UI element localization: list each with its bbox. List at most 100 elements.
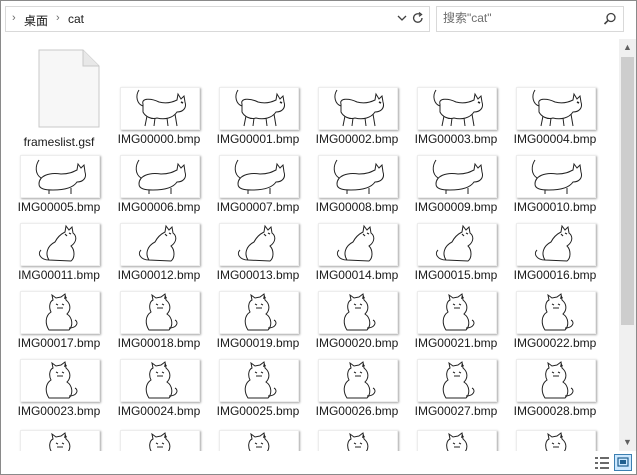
file-name-label: IMG00021.bmp bbox=[414, 336, 498, 350]
image-thumbnail bbox=[219, 430, 299, 451]
image-thumbnail bbox=[516, 155, 596, 198]
image-thumbnail bbox=[20, 430, 100, 451]
search-box[interactable] bbox=[436, 6, 624, 32]
cat-drawing-icon bbox=[336, 224, 375, 262]
file-item-image[interactable]: IMG00016.bmp bbox=[509, 223, 601, 287]
file-item-document[interactable]: frameslist.gsf bbox=[13, 41, 105, 151]
file-item-image[interactable] bbox=[311, 430, 403, 451]
cat-drawing-icon bbox=[234, 159, 285, 194]
cat-drawing-icon bbox=[541, 293, 574, 331]
file-item-image[interactable]: IMG00011.bmp bbox=[13, 223, 105, 287]
file-item-image[interactable]: IMG00024.bmp bbox=[113, 359, 205, 423]
chevron-right-icon[interactable]: › bbox=[12, 12, 16, 24]
image-thumbnail bbox=[417, 430, 497, 451]
file-item-image[interactable]: IMG00017.bmp bbox=[13, 291, 105, 355]
image-thumbnail bbox=[219, 359, 299, 402]
file-item-image[interactable]: IMG00025.bmp bbox=[212, 359, 304, 423]
cat-drawing-icon bbox=[334, 89, 384, 127]
file-item-image[interactable]: IMG00000.bmp bbox=[113, 87, 205, 151]
chevron-down-icon[interactable] bbox=[395, 11, 409, 25]
file-name-label: IMG00027.bmp bbox=[414, 404, 498, 418]
file-name-label: IMG00015.bmp bbox=[414, 268, 498, 282]
file-item-image[interactable]: IMG00020.bmp bbox=[311, 291, 403, 355]
file-name-label: IMG00013.bmp bbox=[216, 268, 300, 282]
cat-drawing-icon bbox=[35, 159, 86, 194]
file-name-label: IMG00002.bmp bbox=[315, 132, 399, 146]
file-name-label: IMG00011.bmp bbox=[18, 268, 100, 282]
file-item-image[interactable]: IMG00002.bmp bbox=[311, 87, 403, 151]
file-item-image[interactable]: IMG00008.bmp bbox=[311, 155, 403, 219]
image-thumbnail bbox=[219, 291, 299, 334]
large-icons-view-icon[interactable] bbox=[614, 454, 632, 471]
file-item-image[interactable]: IMG00001.bmp bbox=[212, 87, 304, 151]
file-item-image[interactable] bbox=[509, 430, 601, 451]
refresh-icon[interactable] bbox=[410, 10, 426, 26]
file-item-image[interactable]: IMG00022.bmp bbox=[509, 291, 601, 355]
image-thumbnail bbox=[20, 223, 100, 266]
image-thumbnail bbox=[219, 155, 299, 198]
scroll-down-icon[interactable]: ▼ bbox=[619, 434, 636, 451]
file-item-image[interactable]: IMG00021.bmp bbox=[410, 291, 502, 355]
cat-drawing-icon bbox=[244, 293, 277, 331]
file-item-image[interactable]: IMG00006.bmp bbox=[113, 155, 205, 219]
cat-drawing-icon bbox=[38, 224, 77, 262]
file-item-image[interactable]: IMG00018.bmp bbox=[113, 291, 205, 355]
cat-drawing-icon bbox=[49, 432, 71, 451]
file-item-image[interactable]: IMG00007.bmp bbox=[212, 155, 304, 219]
cat-drawing-icon bbox=[135, 159, 186, 194]
cat-drawing-icon bbox=[545, 432, 567, 451]
cat-drawing-icon bbox=[435, 224, 474, 262]
breadcrumb-cat[interactable]: cat bbox=[68, 12, 84, 26]
image-thumbnail bbox=[219, 87, 299, 130]
file-item-image[interactable]: IMG00015.bmp bbox=[410, 223, 502, 287]
file-item-image[interactable]: IMG00004.bmp bbox=[509, 87, 601, 151]
file-name-label: IMG00008.bmp bbox=[315, 200, 399, 214]
file-name-label: IMG00009.bmp bbox=[414, 200, 498, 214]
file-item-image[interactable]: IMG00028.bmp bbox=[509, 359, 601, 423]
cat-drawing-icon bbox=[442, 293, 475, 331]
cat-drawing-icon bbox=[45, 361, 78, 399]
cat-drawing-icon bbox=[541, 361, 574, 399]
scroll-thumb[interactable] bbox=[621, 57, 634, 325]
file-item-image[interactable]: IMG00026.bmp bbox=[311, 359, 403, 423]
image-thumbnail bbox=[516, 430, 596, 451]
file-name-label: IMG00014.bmp bbox=[315, 268, 399, 282]
file-item-image[interactable] bbox=[113, 430, 205, 451]
search-input[interactable] bbox=[443, 10, 593, 26]
file-name-label: IMG00001.bmp bbox=[216, 132, 300, 146]
vertical-scrollbar[interactable]: ▲ ▼ bbox=[619, 39, 636, 451]
file-item-image[interactable]: IMG00010.bmp bbox=[509, 155, 601, 219]
file-name-label: IMG00005.bmp bbox=[17, 200, 101, 214]
image-thumbnail bbox=[318, 223, 398, 266]
file-name-label: IMG00006.bmp bbox=[117, 200, 201, 214]
file-item-image[interactable]: IMG00003.bmp bbox=[410, 87, 502, 151]
file-name-label: IMG00025.bmp bbox=[216, 404, 300, 418]
file-item-image[interactable]: IMG00014.bmp bbox=[311, 223, 403, 287]
cat-drawing-icon bbox=[531, 159, 582, 194]
file-item-image[interactable] bbox=[212, 430, 304, 451]
file-item-image[interactable] bbox=[13, 430, 105, 451]
breadcrumb-desktop[interactable]: 桌面 bbox=[24, 12, 48, 29]
file-item-image[interactable]: IMG00019.bmp bbox=[212, 291, 304, 355]
cat-drawing-icon bbox=[333, 159, 384, 194]
file-item-image[interactable]: IMG00023.bmp bbox=[13, 359, 105, 423]
file-item-image[interactable]: IMG00009.bmp bbox=[410, 155, 502, 219]
file-item-image[interactable]: IMG00012.bmp bbox=[113, 223, 205, 287]
file-name-label: IMG00004.bmp bbox=[513, 132, 597, 146]
file-name-label: IMG00007.bmp bbox=[216, 200, 300, 214]
image-thumbnail bbox=[120, 291, 200, 334]
image-thumbnail bbox=[318, 87, 398, 130]
file-item-image[interactable]: IMG00027.bmp bbox=[410, 359, 502, 423]
details-view-icon[interactable] bbox=[593, 454, 611, 471]
chevron-right-icon[interactable]: › bbox=[56, 12, 60, 24]
scroll-up-icon[interactable]: ▲ bbox=[619, 39, 636, 56]
search-icon[interactable] bbox=[603, 12, 617, 26]
file-name-label: IMG00028.bmp bbox=[513, 404, 597, 418]
image-thumbnail bbox=[318, 291, 398, 334]
status-bar bbox=[1, 451, 636, 474]
file-item-image[interactable]: IMG00005.bmp bbox=[13, 155, 105, 219]
file-item-image[interactable] bbox=[410, 430, 502, 451]
file-item-image[interactable]: IMG00013.bmp bbox=[212, 223, 304, 287]
cat-drawing-icon bbox=[45, 293, 78, 331]
address-bar[interactable]: › 桌面 › cat bbox=[5, 6, 430, 32]
